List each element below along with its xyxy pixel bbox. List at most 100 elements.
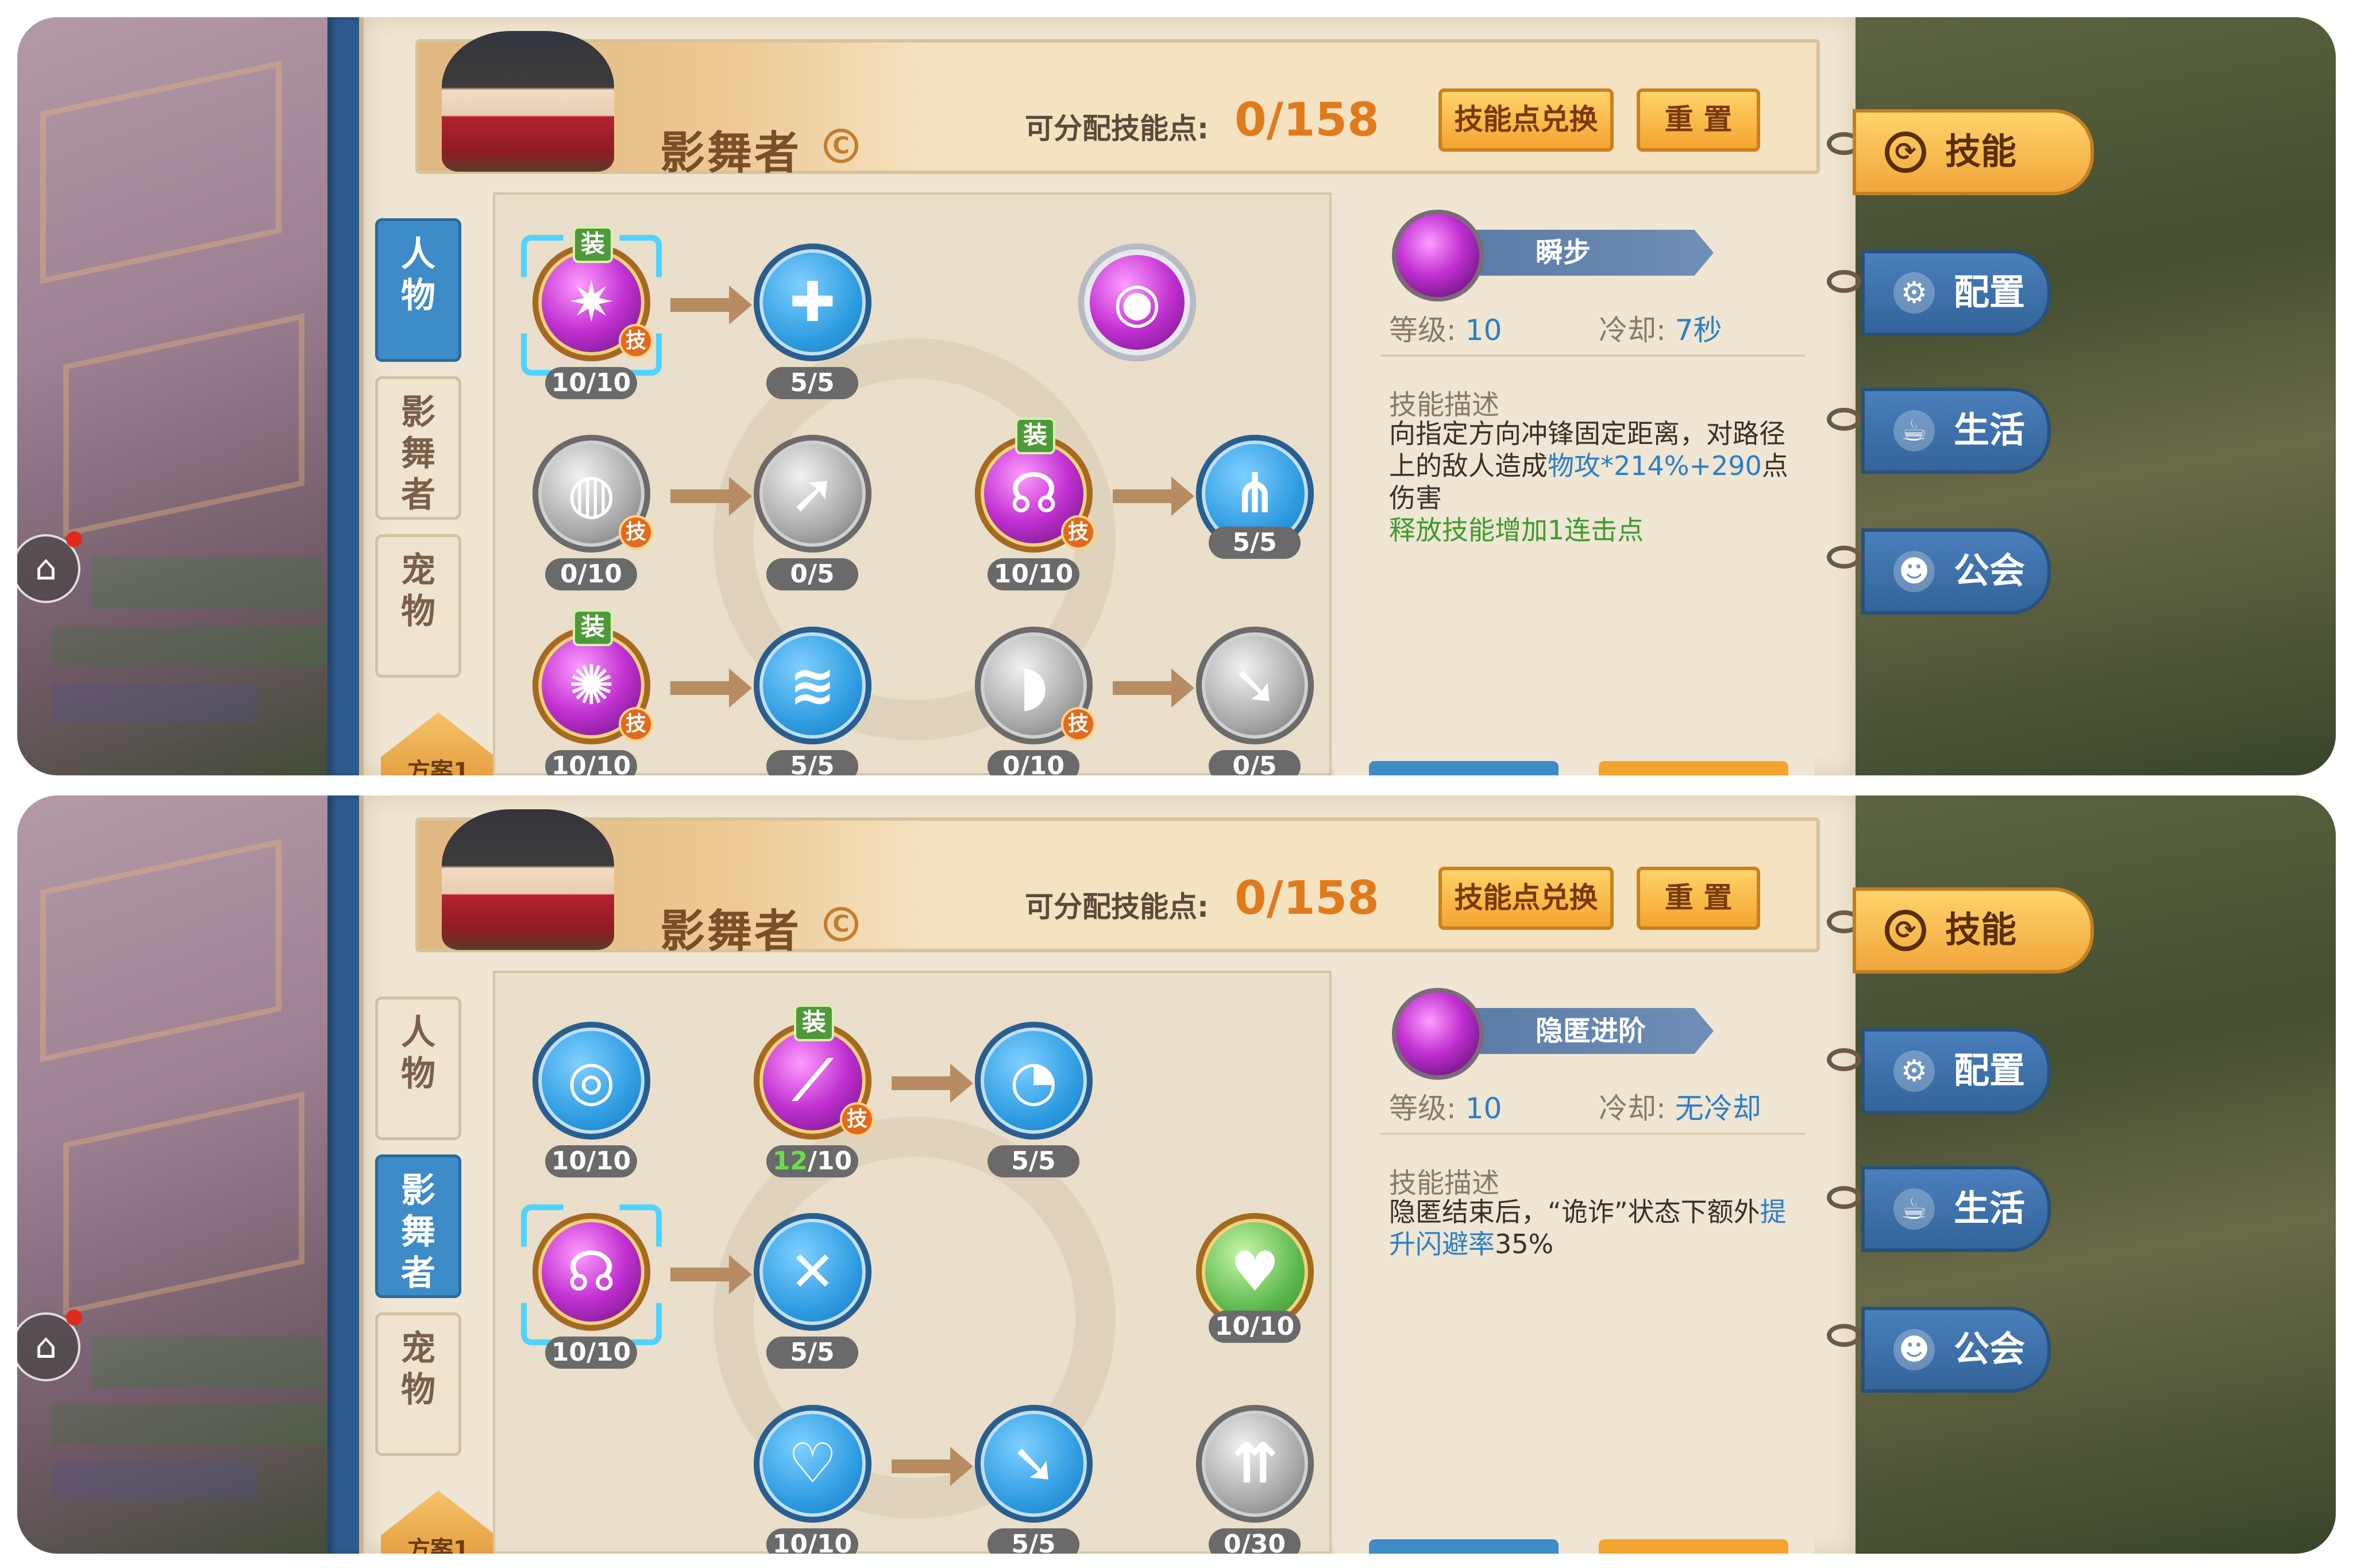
description-damage: 物攻*214%+290	[1548, 450, 1762, 481]
side-tab-guild[interactable]: ☻ 公会	[1861, 528, 2051, 615]
side-tab-skill[interactable]: ⟳ 技能	[1853, 887, 2094, 974]
people-icon: ☻	[1893, 551, 1935, 592]
skill-level: 5/5	[1209, 527, 1301, 559]
equipped-badge: 装	[573, 226, 613, 263]
tab-char: 者	[401, 1253, 435, 1293]
skill-level: 10/10	[545, 1145, 637, 1177]
chat-overlay	[52, 1462, 259, 1502]
points-label: 可分配技能点:	[1025, 112, 1209, 145]
arrow-right	[892, 1447, 973, 1486]
tab-character[interactable]: 人 物	[375, 218, 461, 362]
tab-pet[interactable]: 宠 物	[375, 534, 461, 678]
floor-tile	[40, 60, 281, 284]
description-heading: 技能描述	[1389, 1167, 1500, 1199]
reset-button[interactable]: 重 置	[1637, 88, 1760, 152]
skill-level: 10/10	[545, 367, 637, 399]
arrow-right	[1113, 669, 1194, 708]
people-icon: ☻	[1893, 1329, 1935, 1370]
screenshot-panel-2: ⌂ 影舞者 C 可分配技能点: 0/158 技能点兑换 重 置 人 物 影 舞 …	[17, 795, 2336, 1554]
character-portrait	[442, 31, 614, 172]
skill-detail: 瞬步 等级: 10 冷却: 7秒 技能描述 向指定方向冲锋固定距离，对路径上的敌…	[1334, 192, 1814, 775]
equipped-badge: 装	[1015, 418, 1055, 454]
exchange-points-button[interactable]: 技能点兑换	[1438, 867, 1614, 930]
tab-character[interactable]: 人 物	[375, 997, 461, 1140]
detail-upgrade-button[interactable]	[1599, 761, 1788, 775]
detail-action-button[interactable]	[1369, 761, 1559, 775]
class-name: 影舞者	[660, 906, 802, 957]
side-tab-label: 技能	[1945, 130, 2017, 172]
tech-badge: 技	[619, 324, 653, 358]
ring	[1827, 1186, 1861, 1209]
description-part: 35%	[1495, 1229, 1554, 1260]
side-tab-label: 配置	[1954, 271, 2026, 313]
exchange-points-button[interactable]: 技能点兑换	[1438, 88, 1614, 152]
side-tab-life[interactable]: ☕ 生活	[1861, 1166, 2051, 1252]
description-text: 隐匿结束后，“诡诈”状态下额外提升闪避率35%	[1389, 1196, 1791, 1260]
detail-action-button[interactable]	[1369, 1539, 1559, 1554]
tab-char: 宠	[401, 550, 435, 590]
tab-char: 物	[401, 1370, 435, 1410]
skill-swirl-icon: ⟳	[1885, 132, 1926, 173]
side-tab-config[interactable]: ⚙ 配置	[1861, 1028, 2051, 1114]
tab-char: 人	[401, 234, 435, 275]
plan-tab[interactable]: 方案1	[381, 1490, 496, 1554]
side-tab-label: 生活	[1954, 1187, 2026, 1229]
level-stat: 等级: 10	[1389, 307, 1502, 349]
skill-swirl-icon: ⟳	[1885, 910, 1926, 951]
side-tab-skill[interactable]: ⟳ 技能	[1853, 109, 2094, 195]
level-max: /10	[807, 1146, 853, 1176]
gear-icon: ⚙	[1893, 272, 1935, 314]
skill-frame	[533, 1022, 650, 1140]
class-switch-icon[interactable]: C	[824, 129, 858, 163]
cup-icon: ☕	[1893, 410, 1935, 451]
skill-frame	[1196, 627, 1314, 744]
skill-level: 5/5	[766, 367, 858, 399]
side-tab-config[interactable]: ⚙ 配置	[1861, 250, 2051, 336]
class-switch-icon[interactable]: C	[824, 907, 858, 941]
tab-shadow-dancer[interactable]: 影 舞 者	[375, 1154, 461, 1298]
tech-badge: 技	[840, 1102, 874, 1137]
skill-level: 5/5	[988, 1145, 1079, 1177]
tab-char: 宠	[401, 1328, 435, 1369]
tech-badge: 技	[619, 515, 653, 550]
tab-char: 影	[401, 392, 435, 432]
divider	[1380, 1133, 1806, 1135]
divider	[1380, 354, 1806, 357]
skill-frame	[754, 1213, 871, 1331]
skill-header: 影舞者 C 可分配技能点: 0/158 技能点兑换 重 置	[415, 809, 1820, 957]
cup-icon: ☕	[1893, 1188, 1935, 1230]
skill-level: 0/5	[766, 558, 858, 590]
tech-badge: 技	[1061, 707, 1096, 741]
cooldown-value: 7秒	[1675, 314, 1722, 347]
tab-shadow-dancer[interactable]: 影 舞 者	[375, 376, 461, 520]
chat-overlay	[52, 626, 327, 666]
gear-icon: ⚙	[1893, 1051, 1935, 1092]
floor-tile	[63, 1091, 304, 1315]
side-tab-label: 公会	[1954, 1328, 2026, 1370]
reset-button[interactable]: 重 置	[1637, 867, 1760, 930]
tab-char: 物	[401, 276, 435, 316]
cooldown-label: 冷却:	[1599, 1092, 1666, 1125]
ring	[1827, 1324, 1861, 1347]
side-tab-label: 配置	[1954, 1049, 2026, 1091]
notification-dot	[66, 1310, 82, 1326]
arrow-right	[670, 1255, 752, 1294]
skill-level: 10/10	[1209, 1311, 1301, 1343]
level-current: 12	[772, 1146, 808, 1176]
skill-frame	[1078, 244, 1196, 361]
skill-frame	[754, 627, 871, 744]
chat-overlay	[52, 1404, 327, 1445]
skill-frame	[975, 1405, 1093, 1523]
plan-tab[interactable]: 方案1	[381, 712, 496, 775]
points-value: 0/158	[1235, 93, 1379, 146]
description-text: 向指定方向冲锋固定距离，对路径上的敌人造成物攻*214%+290点伤害 释放技能…	[1389, 418, 1791, 546]
cooldown-stat: 冷却: 无冷却	[1599, 1086, 1761, 1127]
skill-book: 影舞者 C 可分配技能点: 0/158 技能点兑换 重 置 人 物 影 舞 者 …	[359, 17, 1856, 775]
side-tab-guild[interactable]: ☻ 公会	[1861, 1307, 2051, 1393]
detail-upgrade-button[interactable]	[1599, 1539, 1788, 1554]
skill-level: 10/10	[545, 1337, 637, 1369]
tab-char: 影	[401, 1171, 435, 1211]
tab-pet[interactable]: 宠 物	[375, 1312, 461, 1456]
side-tab-life[interactable]: ☕ 生活	[1861, 388, 2051, 474]
skill-book: 影舞者 C 可分配技能点: 0/158 技能点兑换 重 置 人 物 影 舞 者 …	[359, 795, 1856, 1554]
